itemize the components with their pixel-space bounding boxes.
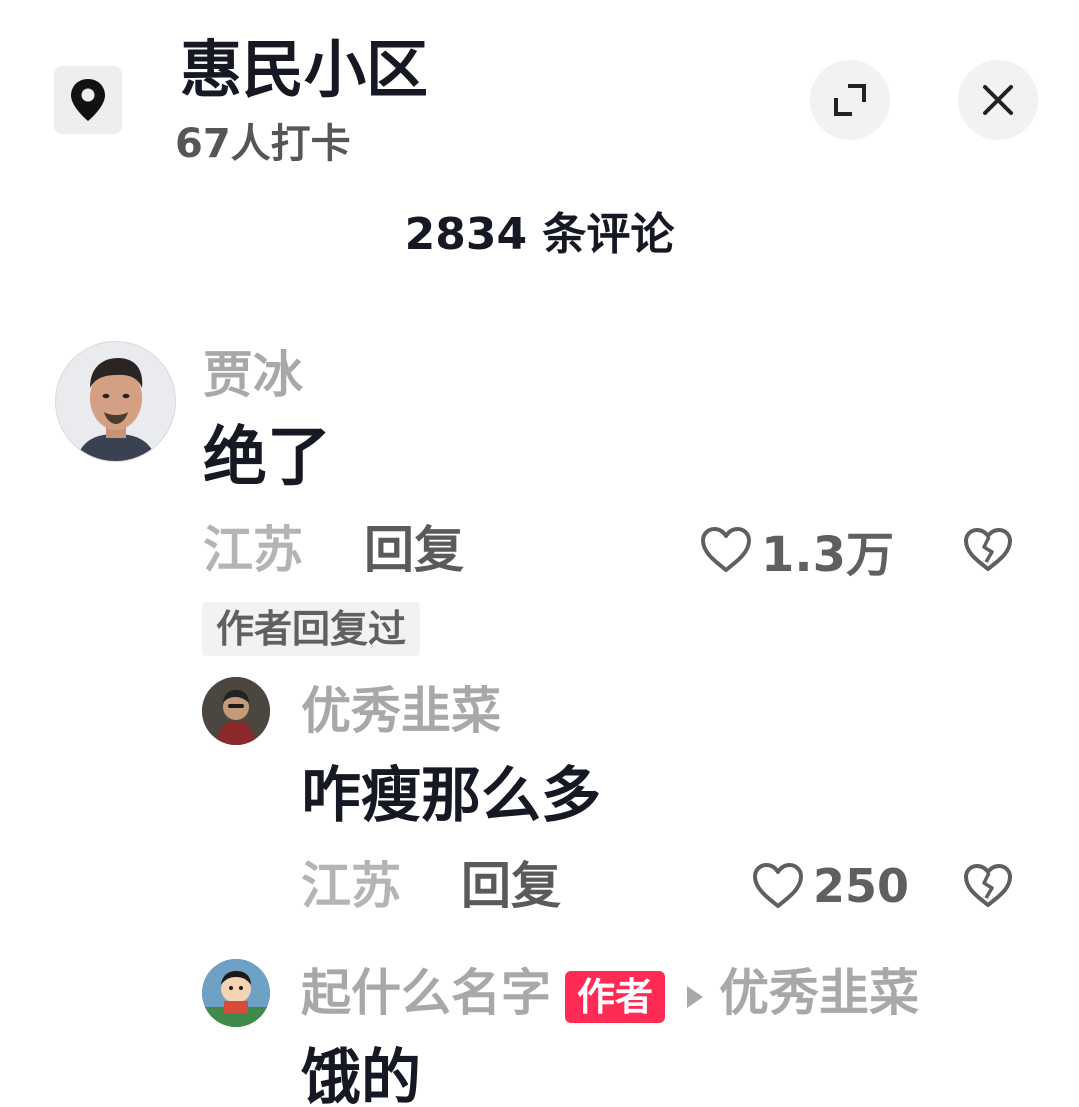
broken-heart-icon	[964, 528, 1012, 571]
reply-username[interactable]: 优秀韭菜	[301, 678, 501, 744]
comment-count: 2834 条评论	[404, 209, 675, 260]
heart-icon	[701, 527, 751, 572]
reply-location: 江苏	[301, 857, 401, 915]
checkin-count: 67人打卡	[175, 121, 351, 167]
avatar[interactable]	[202, 959, 270, 1027]
like-count: 1.3万	[761, 527, 895, 583]
reply-text: 咋瘦那么多	[301, 761, 601, 831]
place-title[interactable]: 惠民小区	[180, 28, 428, 112]
reply-button[interactable]: 回复	[364, 518, 464, 582]
comment-text: 绝了	[203, 421, 331, 495]
reply-arrow-icon	[687, 985, 704, 1008]
comment-username[interactable]: 贾冰	[203, 342, 303, 408]
author-username[interactable]: 起什么名字	[301, 964, 551, 1022]
expand-icon	[834, 84, 866, 116]
reply-text: 饿的	[301, 1043, 421, 1107]
broken-heart-icon	[964, 864, 1012, 907]
dislike-button[interactable]	[960, 522, 1016, 578]
heart-icon	[753, 863, 803, 908]
like-count: 250	[813, 859, 910, 913]
reply-username: 起什么名字 作者 优秀韭菜	[301, 960, 919, 1026]
reply-to-username[interactable]: 优秀韭菜	[719, 964, 919, 1022]
like-button[interactable]: 1.3万	[699, 518, 895, 583]
avatar[interactable]	[55, 341, 176, 462]
close-icon	[983, 85, 1013, 115]
author-replied-tag: 作者回复过	[202, 602, 421, 656]
reply-button[interactable]: 回复	[461, 854, 561, 918]
close-button[interactable]	[958, 60, 1038, 140]
dislike-button[interactable]	[960, 858, 1016, 914]
like-button[interactable]: 250	[751, 854, 909, 918]
comment-panel: 惠民小区 67人打卡 2834 条评论 贾冰 绝了 江苏 回复 1.3万 作者回…	[0, 0, 1079, 1107]
avatar[interactable]	[202, 677, 270, 745]
location-pin-icon[interactable]	[54, 66, 122, 134]
author-badge: 作者	[565, 970, 666, 1023]
comment-location: 江苏	[203, 521, 303, 579]
expand-button[interactable]	[810, 60, 890, 140]
